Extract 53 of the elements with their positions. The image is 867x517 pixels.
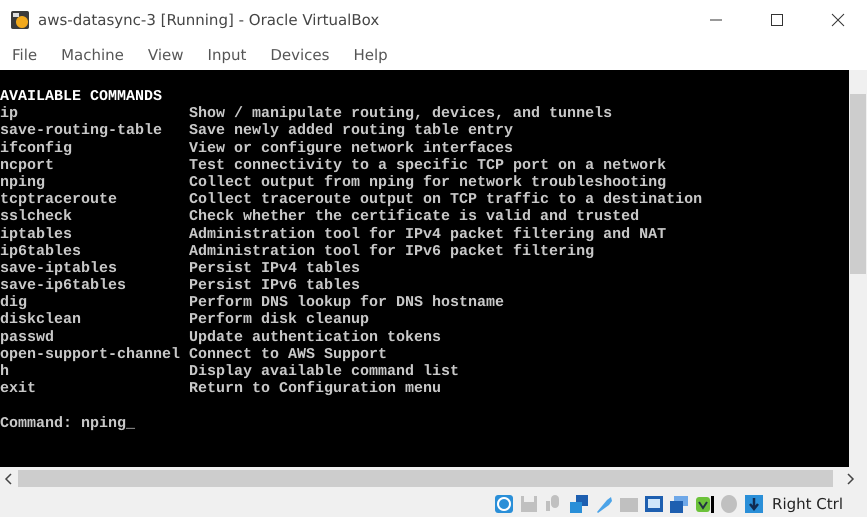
menu-item[interactable]: Help [347,46,394,64]
command-name: exit [0,380,38,398]
network-icon[interactable] [568,492,590,514]
menu-item[interactable]: Machine [55,46,130,64]
command-name: h [0,363,10,380]
command-name: open-support-channel [0,346,182,364]
scroll-left-icon[interactable] [4,472,14,484]
command-description: Display available command list [189,363,460,380]
window-title: aws-datasync-3 [Running] - Oracle VirtualBox [38,11,380,29]
command-description: Check whether the certificate is valid and trusted [189,208,640,226]
menu-item[interactable]: View [142,46,190,64]
command-name: ifconfig [0,140,74,157]
command-description: Persist IPv6 tables [189,277,360,294]
app-icon [10,10,30,30]
command-name: dig [0,294,28,312]
command-prompt: Command: nping_ [0,414,136,432]
menu-item[interactable]: Devices [264,46,336,64]
command-name: ip6tables [0,242,82,260]
command-description: Perform DNS lookup for DNS hostname [189,294,504,312]
command-description: Collect output from nping for network troubleshooting [189,174,666,191]
command-name: tcptraceroute [0,191,118,208]
command-name: ip [0,105,20,122]
command-name: nping [0,174,46,192]
command-description: View or configure network interfaces [189,140,514,157]
command-description: Update authentication tokens [189,328,442,346]
command-description: Show / manipulate routing, devices, and tunnels [189,105,612,122]
command-description: Administration tool for IPv4 packet filtering and NAT [189,226,666,242]
command-description: Connect to AWS Support [189,346,388,363]
command-description: Perform disk cleanup [189,311,370,328]
command-description: Test connectivity to a specific TCP port on a network [189,156,666,174]
command-name: diskclean [0,311,82,329]
vertical-scrollbar[interactable] [849,70,867,467]
command-name: save-iptables [0,260,118,278]
host-key-label: Right Ctrl [772,494,843,512]
download-icon[interactable] [743,492,766,514]
command-description: Return to Configuration menu [189,380,442,398]
maximize-icon[interactable] [770,13,784,27]
command-description: Persist IPv4 tables [189,260,360,277]
close-icon[interactable] [831,13,845,27]
command-name: iptables [0,226,74,243]
menu-item[interactable]: Input [202,46,252,64]
command-name: passwd [0,328,56,346]
command-name: save-ip6tables [0,277,128,294]
command-description: Save newly added routing table entry [189,122,514,140]
menu-item[interactable]: File [6,46,44,64]
command-name: ncport [0,156,56,174]
command-name: save-routing-table [0,122,164,140]
command-name: sslcheck [0,208,74,226]
scroll-right-icon[interactable] [845,472,855,484]
command-description: Administration tool for IPv6 packet filtering [189,242,594,260]
console-heading: AVAILABLE COMMANDS [0,88,164,106]
horizontal-scrollbar[interactable] [18,470,833,487]
command-description: Collect traceroute output on TCP traffic to a destination [189,191,702,208]
